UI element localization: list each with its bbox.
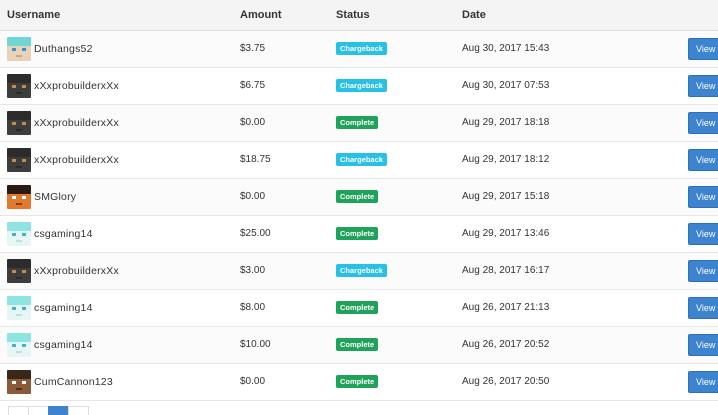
- status-cell: Complete: [336, 116, 379, 129]
- table-row: xXxprobuilderxXx $6.75 Chargeback Aug 30, 2…: [0, 68, 718, 105]
- column-header-status: Status: [336, 9, 370, 21]
- amount-cell: $8.00: [240, 302, 266, 313]
- view-button[interactable]: View: [688, 371, 718, 393]
- username-text: xXxprobuilderxXx: [34, 265, 119, 277]
- avatar: [7, 111, 31, 135]
- status-cell: Complete: [336, 301, 379, 314]
- status-badge: Complete: [336, 338, 379, 351]
- amount-cell: $0.00: [240, 117, 266, 128]
- table-row: CumCannon123 $0.00 Complete Aug 26, 2017 20…: [0, 364, 718, 401]
- view-button[interactable]: View: [688, 112, 718, 134]
- column-header-date: Date: [462, 9, 486, 21]
- username-text: xXxprobuilderxXx: [34, 117, 119, 129]
- view-button[interactable]: View: [688, 38, 718, 60]
- status-badge: Complete: [336, 375, 379, 388]
- avatar: [7, 259, 31, 283]
- date-cell: Aug 29, 2017 18:12: [462, 154, 550, 165]
- column-header-username: Username: [7, 9, 61, 21]
- username-text: csgaming14: [34, 339, 93, 351]
- date-cell: Aug 26, 2017 20:50: [462, 376, 550, 387]
- status-badge: Complete: [336, 301, 379, 314]
- transactions-table: Username Amount Status Date Duthangs52 $3…: [0, 0, 718, 401]
- username-text: xXxprobuilderxXx: [34, 154, 119, 166]
- username-text: CumCannon123: [34, 376, 113, 388]
- amount-cell: $6.75: [240, 80, 266, 91]
- username-cell: xXxprobuilderxXx: [7, 110, 119, 136]
- view-button[interactable]: View: [688, 260, 718, 282]
- view-button[interactable]: View: [688, 186, 718, 208]
- username-cell: xXxprobuilderxXx: [7, 258, 119, 284]
- username-cell: csgaming14: [7, 221, 93, 247]
- avatar: [7, 37, 31, 61]
- status-cell: Complete: [336, 190, 379, 203]
- avatar: [7, 74, 31, 98]
- date-cell: Aug 26, 2017 21:13: [462, 302, 550, 313]
- amount-cell: $0.00: [240, 376, 266, 387]
- username-text: SMGlory: [34, 191, 77, 203]
- view-button[interactable]: View: [688, 223, 718, 245]
- status-cell: Chargeback: [336, 264, 387, 277]
- username-text: Duthangs52: [34, 43, 93, 55]
- table-header: Username Amount Status Date: [0, 0, 718, 31]
- table-row: csgaming14 $25.00 Complete Aug 29, 2017 13:…: [0, 216, 718, 253]
- username-cell: CumCannon123: [7, 369, 113, 395]
- username-text: xXxprobuilderxXx: [34, 80, 119, 92]
- avatar: [7, 333, 31, 357]
- table-row: SMGlory $0.00 Complete Aug 29, 2017 15:18 Vi…: [0, 179, 718, 216]
- status-cell: Complete: [336, 338, 379, 351]
- status-badge: Complete: [336, 227, 379, 240]
- date-cell: Aug 26, 2017 20:52: [462, 339, 550, 350]
- username-text: csgaming14: [34, 302, 93, 314]
- table-row: xXxprobuilderxXx $3.00 Chargeback Aug 28, 2…: [0, 253, 718, 290]
- avatar: [7, 370, 31, 394]
- amount-cell: $0.00: [240, 191, 266, 202]
- status-badge: Chargeback: [336, 79, 387, 92]
- date-cell: Aug 29, 2017 18:18: [462, 117, 550, 128]
- amount-cell: $18.75: [240, 154, 271, 165]
- view-button[interactable]: View: [688, 334, 718, 356]
- table-row: csgaming14 $8.00 Complete Aug 26, 2017 21:1…: [0, 290, 718, 327]
- amount-cell: $25.00: [240, 228, 271, 239]
- table-row: xXxprobuilderxXx $0.00 Complete Aug 29, 201…: [0, 105, 718, 142]
- amount-cell: $3.75: [240, 43, 266, 54]
- username-cell: csgaming14: [7, 332, 93, 358]
- table-row: Duthangs52 $3.75 Chargeback Aug 30, 2017 15…: [0, 31, 718, 68]
- avatar: [7, 296, 31, 320]
- status-badge: Complete: [336, 116, 379, 129]
- amount-cell: $3.00: [240, 265, 266, 276]
- view-button[interactable]: View: [688, 149, 718, 171]
- username-cell: xXxprobuilderxXx: [7, 73, 119, 99]
- status-badge: Chargeback: [336, 264, 387, 277]
- status-cell: Chargeback: [336, 153, 387, 166]
- date-cell: Aug 30, 2017 15:43: [462, 43, 550, 54]
- username-text: csgaming14: [34, 228, 93, 240]
- status-cell: Complete: [336, 375, 379, 388]
- date-cell: Aug 29, 2017 15:18: [462, 191, 550, 202]
- status-badge: Chargeback: [336, 153, 387, 166]
- table-row: csgaming14 $10.00 Complete Aug 26, 2017 20:…: [0, 327, 718, 364]
- status-badge: Chargeback: [336, 42, 387, 55]
- username-cell: SMGlory: [7, 184, 76, 210]
- date-cell: Aug 28, 2017 16:17: [462, 265, 550, 276]
- avatar: [7, 148, 31, 172]
- status-badge: Complete: [336, 190, 379, 203]
- username-cell: xXxprobuilderxXx: [7, 147, 119, 173]
- avatar: [7, 185, 31, 209]
- date-cell: Aug 29, 2017 13:46: [462, 228, 550, 239]
- view-button[interactable]: View: [688, 297, 718, 319]
- status-cell: Chargeback: [336, 79, 387, 92]
- table-row: xXxprobuilderxXx $18.75 Chargeback Aug 29, …: [0, 142, 718, 179]
- status-cell: Complete: [336, 227, 379, 240]
- username-cell: Duthangs52: [7, 36, 93, 62]
- column-header-amount: Amount: [240, 9, 282, 21]
- view-button[interactable]: View: [688, 75, 718, 97]
- date-cell: Aug 30, 2017 07:53: [462, 80, 550, 91]
- username-cell: csgaming14: [7, 295, 93, 321]
- table-body: Duthangs52 $3.75 Chargeback Aug 30, 2017 15…: [0, 31, 718, 401]
- status-cell: Chargeback: [336, 42, 387, 55]
- amount-cell: $10.00: [240, 339, 271, 350]
- avatar: [7, 222, 31, 246]
